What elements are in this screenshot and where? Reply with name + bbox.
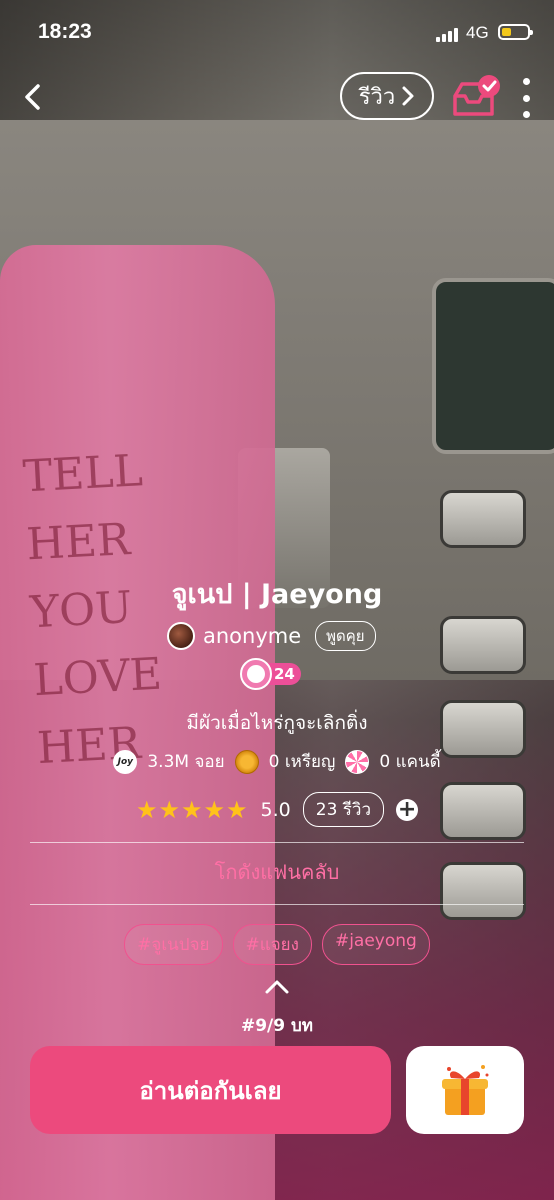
tag-list: #จูเนปจย #แจยง #jaeyong bbox=[0, 924, 554, 965]
star-rating-icon: ★★★★★ bbox=[135, 795, 249, 824]
review-button[interactable]: รีวิว bbox=[340, 72, 434, 120]
more-icon bbox=[522, 78, 530, 85]
candy-icon bbox=[345, 749, 370, 774]
chat-button[interactable]: พูดคุย bbox=[315, 621, 376, 651]
joy-stat: Joy 3.3M จอย bbox=[113, 748, 225, 775]
gift-button[interactable] bbox=[406, 1046, 524, 1134]
plus-icon[interactable]: + bbox=[396, 798, 419, 821]
battery-icon bbox=[498, 24, 533, 40]
background-photo-key bbox=[440, 490, 526, 548]
library-icon bbox=[453, 75, 500, 116]
continue-reading-button[interactable]: อ่านต่อกันเลย bbox=[30, 1046, 391, 1134]
more-options-button[interactable] bbox=[518, 78, 534, 118]
back-icon bbox=[25, 84, 40, 110]
status-bar: 18:23 4G bbox=[0, 0, 554, 62]
author-avatar[interactable] bbox=[167, 622, 195, 650]
coin-stat: 0 เหรียญ bbox=[234, 748, 336, 775]
back-button[interactable] bbox=[18, 80, 50, 114]
divider bbox=[30, 904, 524, 905]
rating-row: ★★★★★ 5.0 23 รีวิว + bbox=[0, 792, 554, 827]
chevron-up-icon bbox=[265, 980, 289, 994]
tag-chip[interactable]: #แจยง bbox=[232, 924, 312, 965]
candy-count: 0 แคนดี้ bbox=[379, 752, 441, 772]
story-title: จูเนป | Jaeyong bbox=[171, 579, 383, 610]
author-level-badge: 24 bbox=[240, 658, 304, 690]
coin-count: 0 เหรียญ bbox=[268, 752, 336, 772]
expand-button[interactable] bbox=[262, 978, 292, 996]
review-button-label: รีวิว bbox=[358, 84, 396, 110]
chevron-right-icon bbox=[402, 86, 414, 106]
network-label: 4G bbox=[466, 23, 489, 42]
fanclub-link[interactable]: โกดังแฟนคลับ bbox=[0, 856, 554, 888]
chapter-count: #9/9 บท bbox=[240, 1016, 314, 1036]
rating-value: 5.0 bbox=[260, 798, 291, 821]
story-detail-screen: TELL HER YOU LOVE HER 18:23 4G รีวิว จูเ… bbox=[0, 0, 554, 1200]
signal-icon bbox=[436, 28, 458, 42]
joy-count: 3.3M จอย bbox=[147, 752, 225, 772]
status-time: 18:23 bbox=[38, 20, 92, 43]
story-stats: Joy 3.3M จอย 0 เหรียญ 0 แคนดี้ bbox=[0, 748, 554, 775]
background-photo-key bbox=[440, 616, 526, 674]
gift-icon bbox=[442, 1065, 489, 1115]
review-count-button[interactable]: 23 รีวิว bbox=[302, 792, 385, 827]
author-name[interactable]: anonyme bbox=[203, 624, 301, 648]
level-face-icon bbox=[240, 658, 272, 690]
tag-chip[interactable]: #jaeyong bbox=[321, 924, 430, 965]
add-to-library-button[interactable] bbox=[452, 74, 504, 118]
divider bbox=[30, 842, 524, 843]
background-photo-window bbox=[432, 278, 554, 454]
coin-icon bbox=[234, 749, 259, 774]
tag-chip[interactable]: #จูเนปจย bbox=[124, 924, 223, 965]
story-tagline: มีผัวเมื่อไหร่กูจะเลิกติ่ง bbox=[186, 712, 368, 734]
author-row: anonyme พูดคุย bbox=[167, 620, 376, 652]
joy-icon: Joy bbox=[113, 749, 138, 774]
candy-stat: 0 แคนดี้ bbox=[345, 748, 441, 775]
